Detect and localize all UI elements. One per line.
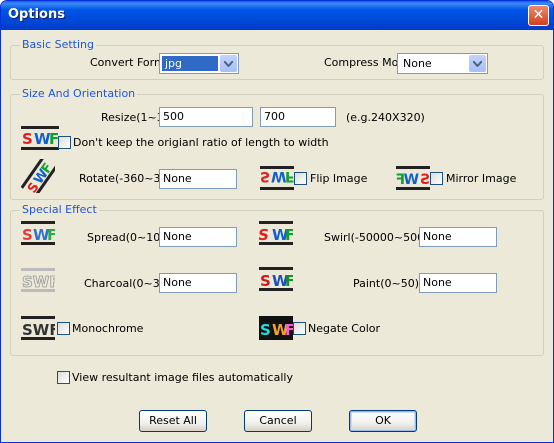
flip-swf-icon: SWF bbox=[260, 166, 295, 193]
spread-swf-icon: SWF bbox=[21, 221, 57, 248]
paint-label: Paint(0~50) bbox=[353, 277, 420, 290]
paint-input[interactable]: None bbox=[419, 273, 497, 293]
convert-format-value: jpg bbox=[162, 56, 218, 71]
cancel-button[interactable]: Cancel bbox=[244, 410, 312, 432]
flip-image-label: Flip Image bbox=[310, 172, 368, 185]
mirror-image-checkbox[interactable] bbox=[430, 172, 443, 185]
svg-text:F: F bbox=[285, 321, 293, 339]
svg-text:F: F bbox=[285, 168, 294, 184]
swf-icon: SWF bbox=[21, 126, 59, 153]
svg-text:S: S bbox=[259, 226, 270, 244]
charcoal-swf-icon: SWF bbox=[21, 268, 60, 295]
rotate-swf-icon: SWF bbox=[20, 155, 58, 198]
monochrome-label: Monochrome bbox=[72, 322, 144, 335]
paint-swf-icon: SWF bbox=[259, 267, 295, 294]
resize-example-text: (e.g.240X320) bbox=[346, 111, 425, 124]
window-title: Options bbox=[8, 7, 65, 22]
svg-text:SWF: SWF bbox=[22, 321, 55, 339]
svg-text:F: F bbox=[396, 172, 405, 188]
svg-text:S: S bbox=[22, 130, 33, 148]
close-button[interactable]: ✕ bbox=[528, 5, 549, 26]
monochrome-swf-icon: SWF bbox=[21, 316, 60, 343]
svg-text:S: S bbox=[260, 168, 270, 184]
svg-text:S: S bbox=[260, 272, 271, 290]
options-dialog: Options ✕ Basic Setting Convert Format j… bbox=[0, 0, 554, 443]
chevron-down-icon[interactable] bbox=[220, 55, 237, 72]
resize-width-input[interactable]: 500 bbox=[159, 107, 253, 127]
spread-input[interactable]: None bbox=[159, 227, 237, 247]
compress-mode-select[interactable]: None bbox=[397, 53, 488, 74]
basic-setting-legend: Basic Setting bbox=[20, 38, 97, 51]
charcoal-input[interactable]: None bbox=[159, 273, 237, 293]
chevron-down-icon[interactable] bbox=[469, 55, 486, 72]
view-resultant-label: View resultant image files automatically bbox=[72, 371, 293, 384]
keep-ratio-label: Don't keep the origianl ratio of length … bbox=[73, 136, 329, 149]
negate-color-label: Negate Color bbox=[308, 322, 381, 335]
rotate-input[interactable]: None bbox=[159, 169, 237, 189]
resize-height-input[interactable]: 700 bbox=[260, 107, 336, 127]
convert-format-select[interactable]: jpg bbox=[159, 53, 239, 74]
negate-swf-icon: SWF bbox=[259, 316, 295, 343]
compress-mode-value: None bbox=[403, 57, 432, 70]
keep-ratio-checkbox[interactable] bbox=[58, 136, 71, 149]
svg-text:F: F bbox=[285, 272, 293, 290]
svg-text:S: S bbox=[420, 172, 430, 188]
mirror-image-label: Mirror Image bbox=[446, 172, 517, 185]
ok-button[interactable]: OK bbox=[349, 410, 417, 432]
monochrome-checkbox[interactable] bbox=[57, 322, 70, 335]
svg-text:F: F bbox=[47, 226, 55, 244]
view-resultant-checkbox[interactable] bbox=[57, 371, 70, 384]
negate-color-checkbox[interactable] bbox=[293, 322, 306, 335]
reset-all-button[interactable]: Reset All bbox=[139, 410, 207, 432]
svg-text:S: S bbox=[22, 226, 33, 244]
svg-text:F: F bbox=[285, 226, 293, 244]
size-orientation-legend: Size And Orientation bbox=[20, 87, 138, 100]
special-effect-legend: Special Effect bbox=[20, 203, 99, 216]
svg-text:S: S bbox=[260, 321, 271, 339]
flip-image-checkbox[interactable] bbox=[294, 172, 307, 185]
mirror-swf-icon: SWF bbox=[395, 166, 430, 193]
title-bar: Options ✕ bbox=[1, 1, 553, 30]
swirl-input[interactable]: None bbox=[419, 227, 497, 247]
swirl-swf-icon: SWF bbox=[257, 221, 295, 248]
svg-text:SWF: SWF bbox=[22, 273, 55, 291]
